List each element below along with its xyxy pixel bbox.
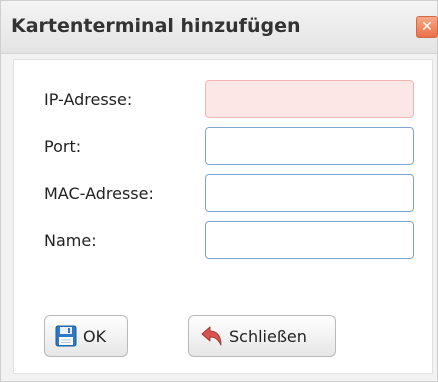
ip-address-field[interactable] bbox=[205, 80, 414, 118]
port-field[interactable] bbox=[205, 127, 414, 165]
dialog-titlebar[interactable]: Kartenterminal hinzufügen ✕ bbox=[1, 1, 438, 54]
close-dialog-button-label: Schließen bbox=[229, 326, 307, 346]
close-icon[interactable]: ✕ bbox=[416, 16, 438, 38]
dialog-title: Kartenterminal hinzufügen bbox=[11, 15, 301, 37]
name-field[interactable] bbox=[205, 221, 414, 259]
undo-arrow-icon bbox=[199, 325, 223, 347]
name-label: Name: bbox=[44, 231, 97, 250]
mac-address-label: MAC-Adresse: bbox=[44, 184, 154, 203]
ip-address-label: IP-Adresse: bbox=[44, 90, 133, 109]
save-icon bbox=[55, 325, 77, 347]
port-label: Port: bbox=[44, 137, 82, 156]
close-dialog-button[interactable]: Schließen bbox=[188, 315, 336, 357]
ok-button-label: OK bbox=[83, 326, 107, 346]
mac-address-field[interactable] bbox=[205, 174, 414, 212]
ok-button[interactable]: OK bbox=[44, 315, 128, 357]
add-card-terminal-dialog: Kartenterminal hinzufügen ✕ IP-Adresse: … bbox=[0, 0, 438, 382]
